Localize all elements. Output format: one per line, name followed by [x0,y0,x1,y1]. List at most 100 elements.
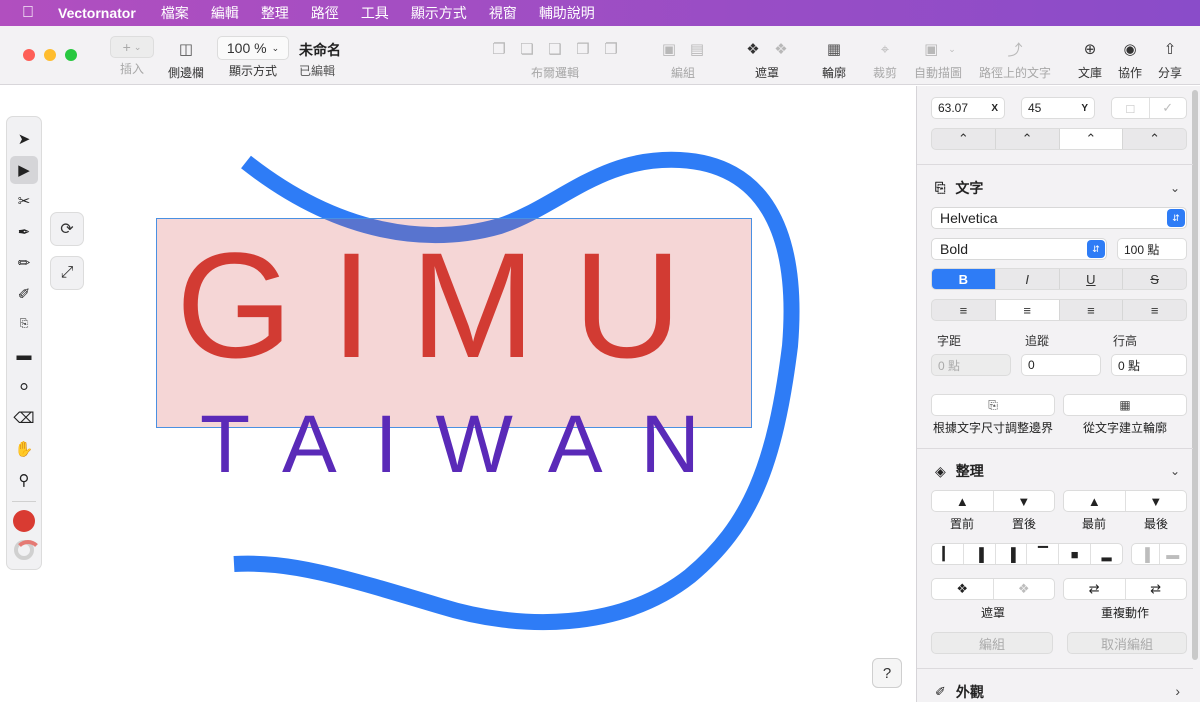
autotrace-group[interactable]: ▣ ⌄ 自動描圖 [914,36,962,81]
exclude-icon[interactable]: ❒ [572,40,594,58]
close-window-button[interactable] [23,49,35,61]
menu-window[interactable]: 視窗 [478,3,528,23]
zoom-tool-icon[interactable]: ⚲ [10,466,38,494]
subtract-icon[interactable]: ❏ [516,40,538,58]
tracking-field[interactable]: 0 [1021,354,1101,376]
menu-arrange[interactable]: 整理 [250,3,300,23]
chevron-down-icon[interactable]: ⌄ [1170,181,1180,195]
inspector-scrollbar[interactable] [1192,90,1198,660]
font-style-select[interactable]: Bold ⇵ [931,238,1107,260]
pen-tool-icon[interactable]: ✒ [10,218,38,246]
arrange-section-header[interactable]: ◈ 整理 [935,461,984,481]
view-group[interactable]: 100 % ⌄ 顯示方式 [217,36,289,79]
library-icon[interactable]: ⊕ [1079,40,1101,58]
menu-edit[interactable]: 編輯 [200,3,250,23]
bring-forward-icon[interactable]: ▲ [932,491,994,511]
italic-button[interactable]: I [996,269,1060,289]
spacing-field[interactable]: 0 點 [931,354,1011,376]
strikethrough-button[interactable]: S [1123,269,1186,289]
appearance-section-header[interactable]: ✐ 外觀 [935,682,984,702]
ungroup-button[interactable]: 取消編組 [1067,632,1187,654]
line-height-field[interactable]: 0 點 [1111,354,1187,376]
align-left-icon[interactable]: ≡ [932,300,996,320]
mask-group[interactable]: ❖ ❖ 遮罩 [742,36,792,81]
mask-icon[interactable]: ❖ [742,40,764,58]
collab-group[interactable]: ◉ 協作 [1118,36,1142,81]
align-center-icon[interactable]: ≡ [995,300,1060,320]
align-right-edge-icon[interactable]: ▐ [996,544,1028,564]
node-tool-icon[interactable]: ▶ [10,155,38,184]
library-group[interactable]: ⊕ 文庫 [1078,36,1102,81]
align-right-icon[interactable]: ≡ [1060,300,1124,320]
union-icon[interactable]: ❐ [488,40,510,58]
mask-icon[interactable]: ❖ [932,579,994,599]
apple-menu-icon[interactable]:  [0,4,56,22]
create-outline-button[interactable]: ▦ [1063,394,1187,416]
text-on-path-icon[interactable]: ⤴ [1004,39,1026,60]
font-size-field[interactable]: 100 點 [1117,238,1187,260]
font-family-select[interactable]: Helvetica ⇵ [931,207,1187,229]
send-backward-icon[interactable]: ▼ [994,491,1055,511]
fit-bounds-button[interactable]: ⎘ [931,394,1055,416]
eraser-tool-icon[interactable]: ⌫ [10,404,38,432]
taiwan-text[interactable]: TAIWAN [200,404,738,486]
chevron-right-icon[interactable]: › [1175,683,1180,699]
selection-tool-icon[interactable]: ➤ [10,125,38,153]
y-position-field[interactable]: 45 Y [1021,97,1095,119]
zoom-window-button[interactable] [65,49,77,61]
scissors-tool-icon[interactable]: ✂ [10,187,38,215]
insert-group[interactable]: + ⌄ 插入 [110,36,154,77]
underline-button[interactable]: U [1060,269,1124,289]
x-position-field[interactable]: 63.07 X [931,97,1005,119]
node-straight-icon[interactable]: ⌃ [996,129,1060,149]
group-button[interactable]: 編組 [931,632,1053,654]
repeat-icon[interactable]: ⇄ [1064,579,1126,599]
fill-color-swatch[interactable] [13,510,35,532]
collaboration-icon[interactable]: ◉ [1119,40,1141,58]
app-menu[interactable]: Vectornator [56,5,150,21]
distribute-v-icon[interactable]: ▬ [1160,544,1187,564]
intersect-icon[interactable]: ❑ [544,40,566,58]
autotrace-icon[interactable]: ▣ [920,40,942,58]
boolean-group[interactable]: ❐ ❏ ❑ ❒ ❐ 布爾邏輯 [488,36,622,81]
align-top-edge-icon[interactable]: ▔ [1027,544,1060,564]
group-tools[interactable]: ▣ ▤ 編組 [658,36,708,81]
align-h-center-icon[interactable]: ▐ [964,544,996,564]
node-mirrored-icon[interactable]: ⌃ [1059,129,1124,149]
hand-tool-icon[interactable]: ✋ [10,435,38,463]
divide-icon[interactable]: ❐ [600,40,622,58]
align-v-center-icon[interactable]: ■ [1059,544,1092,564]
bring-to-front-icon[interactable]: ▲ [1064,491,1126,511]
crop-icon[interactable]: ⌖ [874,41,896,58]
align-bottom-edge-icon[interactable]: ▂ [1091,544,1122,564]
canvas[interactable]: GIMU TAIWAN ? [0,86,916,702]
gimu-text[interactable]: GIMU [176,230,720,380]
node-disconnected-icon[interactable]: ⌃ [1123,129,1186,149]
menu-help[interactable]: 輔助說明 [528,3,606,23]
menu-path[interactable]: 路徑 [300,3,350,23]
outline-group[interactable]: ▦ 輪廓 [822,36,846,81]
bounds-icon[interactable]: □ [1112,98,1150,118]
group-icon[interactable]: ▣ [658,40,680,58]
unmask-icon[interactable]: ❖ [994,579,1055,599]
confirm-icon[interactable]: ✓ [1150,98,1187,118]
minimize-window-button[interactable] [44,49,56,61]
brush-tool-icon[interactable]: ✐ [10,280,38,308]
fill-tool-icon[interactable]: ⚪ [10,373,38,401]
distribute-h-icon[interactable]: ▐ [1132,544,1160,564]
repeat-transform-icon[interactable]: ⇄ [1126,579,1187,599]
text-tool-icon[interactable]: ⎘ [10,311,38,339]
menu-view[interactable]: 顯示方式 [400,3,478,23]
pencil-tool-icon[interactable]: ✏ [10,249,38,277]
node-sharp-icon[interactable]: ⌃ [932,129,996,149]
justify-icon[interactable]: ≡ [1123,300,1186,320]
send-to-back-icon[interactable]: ▼ [1126,491,1187,511]
share-icon[interactable]: ⇧ [1159,40,1181,58]
insert-button[interactable]: + ⌄ [110,36,154,58]
crop-group[interactable]: ⌖ 裁剪 [873,36,897,81]
text-section-header[interactable]: ⎘ 文字 [935,178,983,198]
stroke-color-swatch[interactable] [14,540,42,560]
outline-icon[interactable]: ▦ [823,40,845,58]
document-title[interactable]: 未命名 已編輯 [299,40,341,79]
rotate-button[interactable]: ⟳ [50,212,84,246]
